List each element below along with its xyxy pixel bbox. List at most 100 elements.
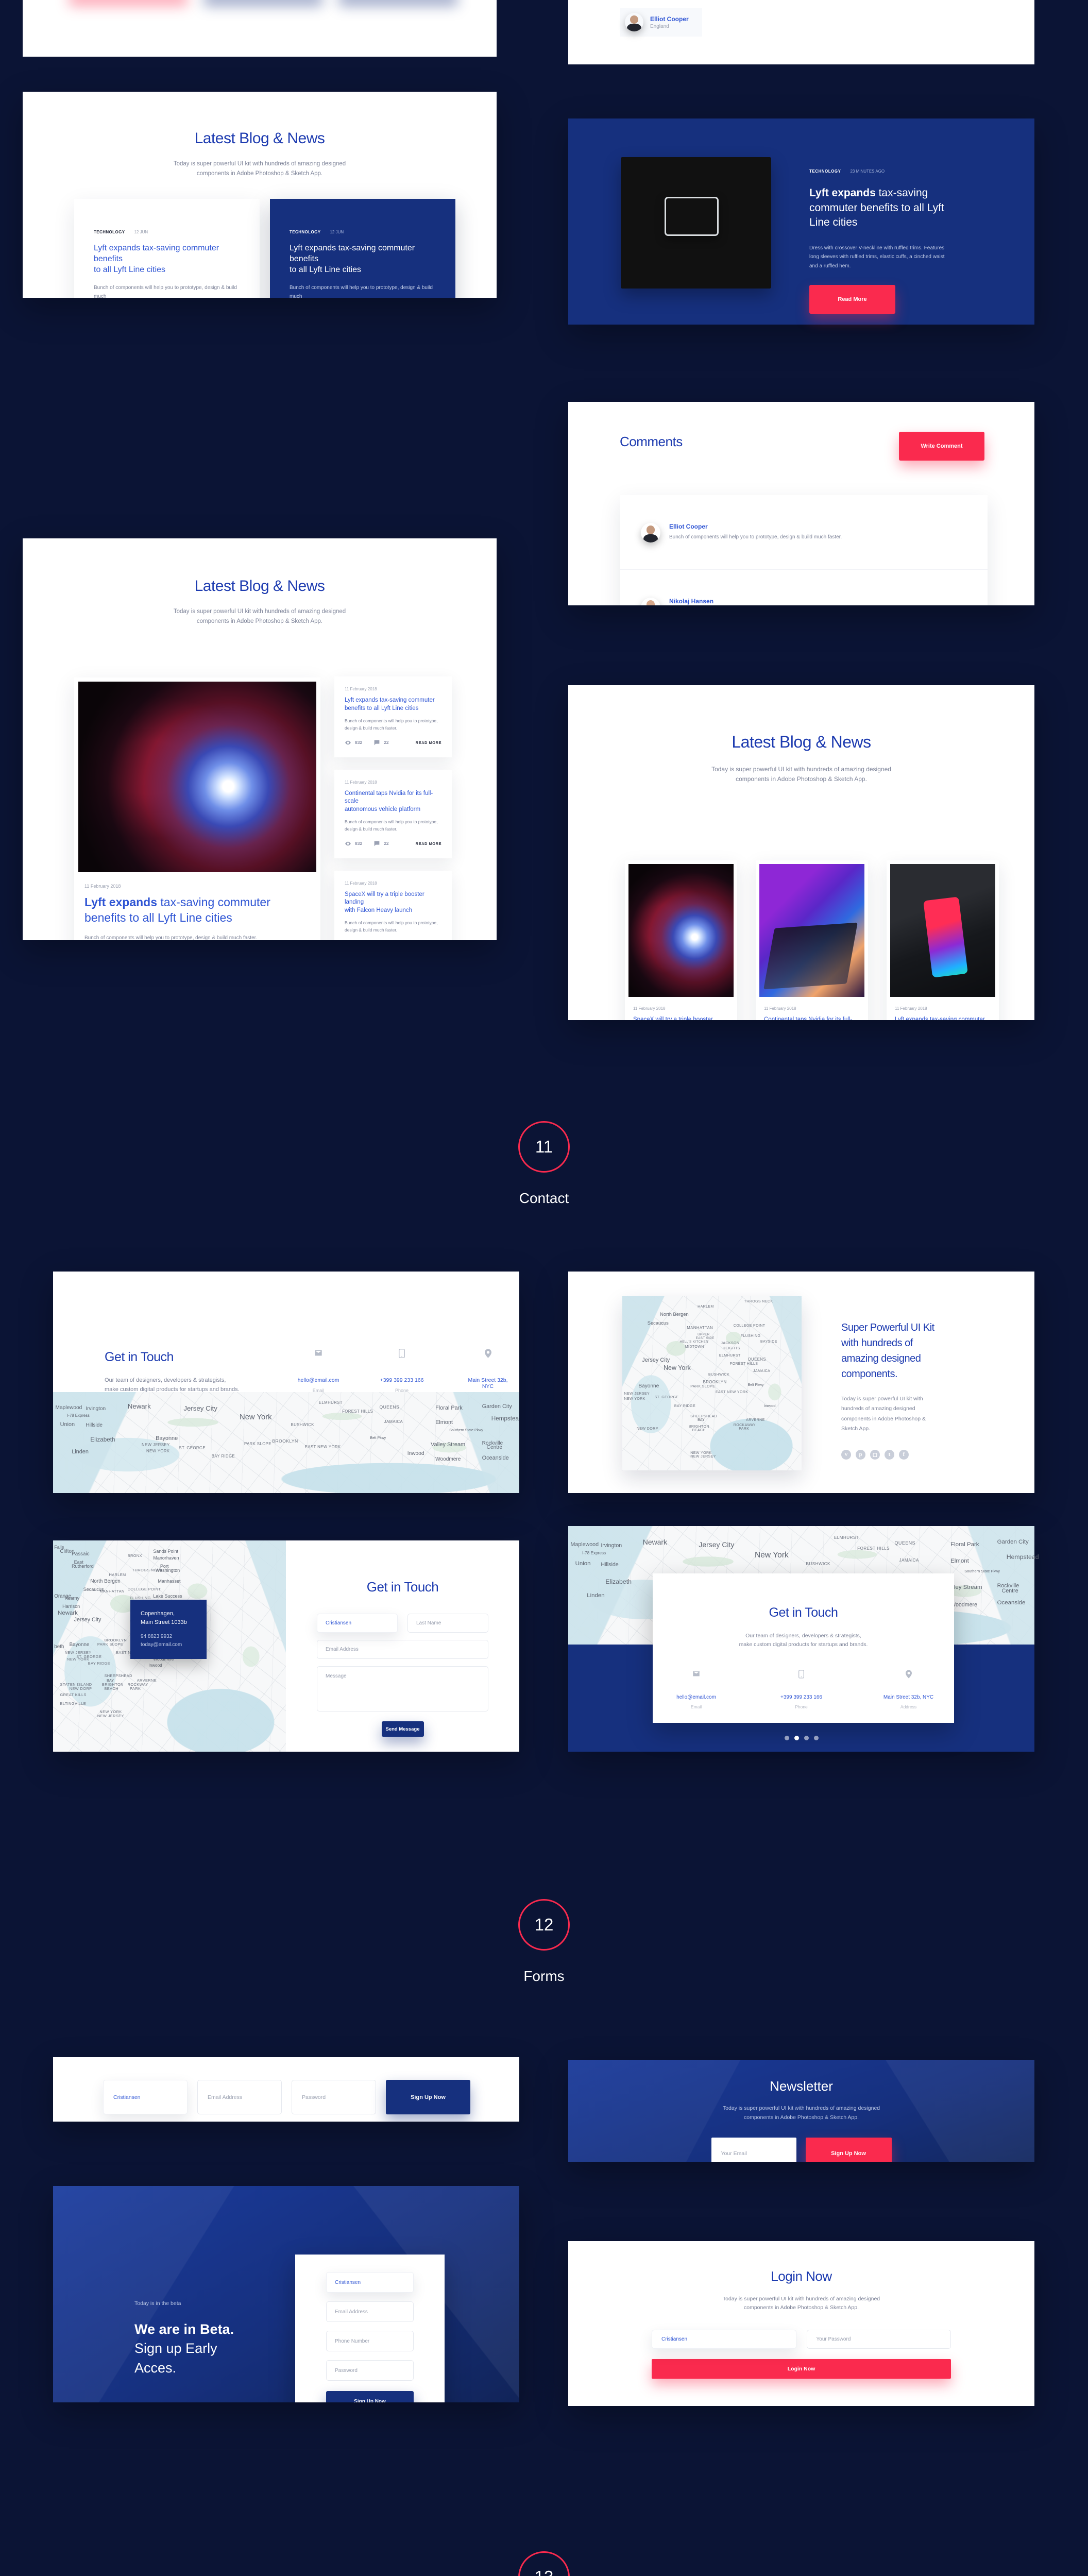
map-label: PARK [130, 1686, 141, 1691]
map-label: EAST NEW YORK [304, 1444, 341, 1449]
map-label: NEW JERSEY [624, 1392, 650, 1396]
read-more-link[interactable]: READ MORE [416, 841, 441, 846]
hero-body-line2: long sleeves with ruffled trims, elastic… [809, 254, 945, 260]
featured-article-card[interactable]: 11 February 2018 Lyft expands tax-saving… [74, 677, 320, 940]
map-label: Hempstead [1006, 1553, 1039, 1561]
phone-input[interactable]: Phone Number [326, 2331, 414, 2351]
map-label: BAY [106, 1677, 114, 1683]
vk-icon[interactable]: ᴠ [841, 1449, 851, 1460]
map-label: Hillside [86, 1422, 103, 1428]
signup-button[interactable]: Sign Up Now [326, 2391, 414, 2402]
twitter-icon[interactable]: t [885, 1449, 894, 1460]
side-date: 11 February 2018 [345, 779, 377, 785]
author-country: England [650, 23, 669, 29]
section-subtitle-line2: components in Adobe Photoshop & Sketch A… [196, 170, 323, 177]
map-label: UPPER [698, 1332, 710, 1336]
newsletter-email-input[interactable]: Your Email [711, 2137, 796, 2162]
form-title: Get in Touch [366, 1579, 439, 1595]
map-tooltip: Copenhagen, Main Street 1033b 94 8823 99… [130, 1600, 207, 1659]
login-button[interactable]: Login Now [652, 2359, 951, 2379]
comment-item[interactable]: Elliot Cooper Bunch of components will h… [620, 495, 988, 570]
read-more-button[interactable]: Read More [809, 285, 895, 314]
map-label: Jersey City [642, 1357, 670, 1364]
blog-card[interactable]: 11 February 2018 SpaceX will try a tripl… [625, 860, 737, 1020]
map-label: ELTINGVILLE [60, 1701, 87, 1706]
section-number: 11 [535, 1137, 553, 1156]
map-label: North Bergen [90, 1578, 121, 1584]
comments-panel: Comments Write Comment Elliot Cooper Bun… [568, 402, 1034, 605]
comment-item[interactable]: Nikolaj Hansen Bunch of components will … [620, 570, 988, 605]
email-input[interactable]: Email Address [197, 2080, 282, 2114]
map-view[interactable]: North Bergen HARLEM THROGS NECK Secaucus MAN… [622, 1296, 802, 1470]
facebook-icon[interactable]: f [899, 1449, 909, 1460]
newsletter-sub-line2: components in Adobe Photoshop & Sketch A… [744, 2114, 859, 2121]
comment-count: 22 [373, 840, 389, 847]
newsletter-signup-button[interactable]: Sign Up Now [805, 2137, 892, 2162]
map-label: BRIGHTON [688, 1425, 709, 1429]
section-subtitle-line1: Today is super powerful UI kit with hund… [173, 161, 346, 167]
map-label: BRONX [127, 1553, 142, 1558]
signup-button[interactable]: Sign Up Now [386, 2080, 470, 2114]
password-input[interactable]: Your Password [806, 2330, 951, 2349]
password-input[interactable]: Password [326, 2360, 414, 2381]
instagram-icon[interactable]: ◻ [870, 1449, 880, 1460]
promo-body-line3: components in Adobe Photoshop & [841, 1415, 926, 1422]
email-input[interactable]: Email Address [317, 1640, 488, 1659]
last-name-input[interactable]: Last Name [407, 1614, 488, 1633]
email-input[interactable]: Email Address [326, 2301, 414, 2322]
pinterest-icon[interactable]: p [856, 1449, 865, 1460]
map-label: Valley Stream [431, 1442, 466, 1448]
author-card-light[interactable]: TECHNOLOGY 12 JUN Lyft expands tax-savin… [74, 199, 260, 298]
map-label: Oceanside [482, 1454, 509, 1461]
side-title-line1: Continental taps Nvidia for its full-sca… [345, 790, 433, 805]
read-more-link[interactable]: READ MORE [416, 740, 441, 745]
contact-item-email[interactable]: hello@email.com Email [673, 1670, 720, 1709]
map-label: New York [240, 1413, 272, 1422]
beta-heading-line3: Acces. [134, 2360, 177, 2376]
password-input[interactable]: Password [292, 2080, 376, 2114]
side-article-card[interactable]: 11 February 2018 SpaceX will try a tripl… [334, 870, 452, 940]
carousel-dot[interactable] [804, 1736, 809, 1740]
side-title-line2: autonomous vehicle platform [345, 806, 421, 812]
map-label: MANHATTAN [99, 1589, 125, 1594]
write-comment-button[interactable]: Write Comment [899, 432, 984, 461]
map-label: Kearny [64, 1595, 80, 1601]
map-label: Union [575, 1560, 591, 1567]
side-date: 11 February 2018 [345, 687, 377, 691]
signup-row-panel: Cristiansen Email Address Password Sign … [53, 2057, 519, 2122]
section-number: 13 [535, 2567, 554, 2576]
map-label: I-78 Express [582, 1551, 606, 1556]
username-input[interactable]: Cristiansen [652, 2330, 796, 2349]
featured-date: 11 February 2018 [84, 884, 121, 889]
carousel-dot[interactable] [794, 1736, 799, 1740]
date-label: 12 JUN [134, 230, 148, 234]
carousel-dot[interactable] [784, 1736, 789, 1740]
carousel-dot[interactable] [813, 1736, 819, 1740]
map-label: PARK [739, 1427, 750, 1431]
blog-card[interactable]: 11 February 2018 Lyft expands tax-saving… [887, 860, 999, 1020]
side-article-card[interactable]: 11 February 2018 Lyft expands tax-saving… [334, 676, 452, 757]
first-name-input[interactable]: Cristiansen [317, 1614, 398, 1633]
map-view[interactable]: Newark Jersey City New York Irvington Maplew… [53, 1392, 519, 1493]
contact-item-address[interactable]: Main Street 32b, NYC Address [883, 1670, 934, 1709]
map-label: Falls [54, 1545, 64, 1550]
map-label: ST. GEORGE [654, 1395, 679, 1399]
map-label: Inwood [763, 1404, 776, 1408]
map-label: STATEN ISLAND [60, 1682, 92, 1687]
tooltip-line2: Main Street 1033b [141, 1619, 187, 1625]
name-input[interactable]: Cristiansen [103, 2080, 188, 2114]
section-number: 12 [534, 1915, 554, 1934]
carousel-dots[interactable] [784, 1736, 819, 1740]
send-message-button[interactable]: Send Message [381, 1721, 424, 1737]
newsletter-title: Newsletter [770, 2078, 833, 2094]
location-pin-icon [484, 1349, 491, 1358]
map-label: JACKSON [721, 1341, 740, 1345]
side-article-card[interactable]: 11 February 2018 Continental taps Nvidia… [334, 769, 452, 858]
contact-item-phone[interactable]: +399 399 233 166 Phone [778, 1670, 825, 1709]
contact-value: hello@email.com [297, 1377, 339, 1383]
name-input[interactable]: Cristiansen [326, 2272, 414, 2293]
blog-card[interactable]: 11 February 2018 Continental taps Nvidia… [756, 860, 868, 1020]
eye-icon [345, 841, 351, 845]
message-textarea[interactable]: Message [317, 1666, 488, 1711]
author-card-dark[interactable]: TECHNOLOGY 12 JUN Lyft expands tax-savin… [270, 199, 455, 298]
